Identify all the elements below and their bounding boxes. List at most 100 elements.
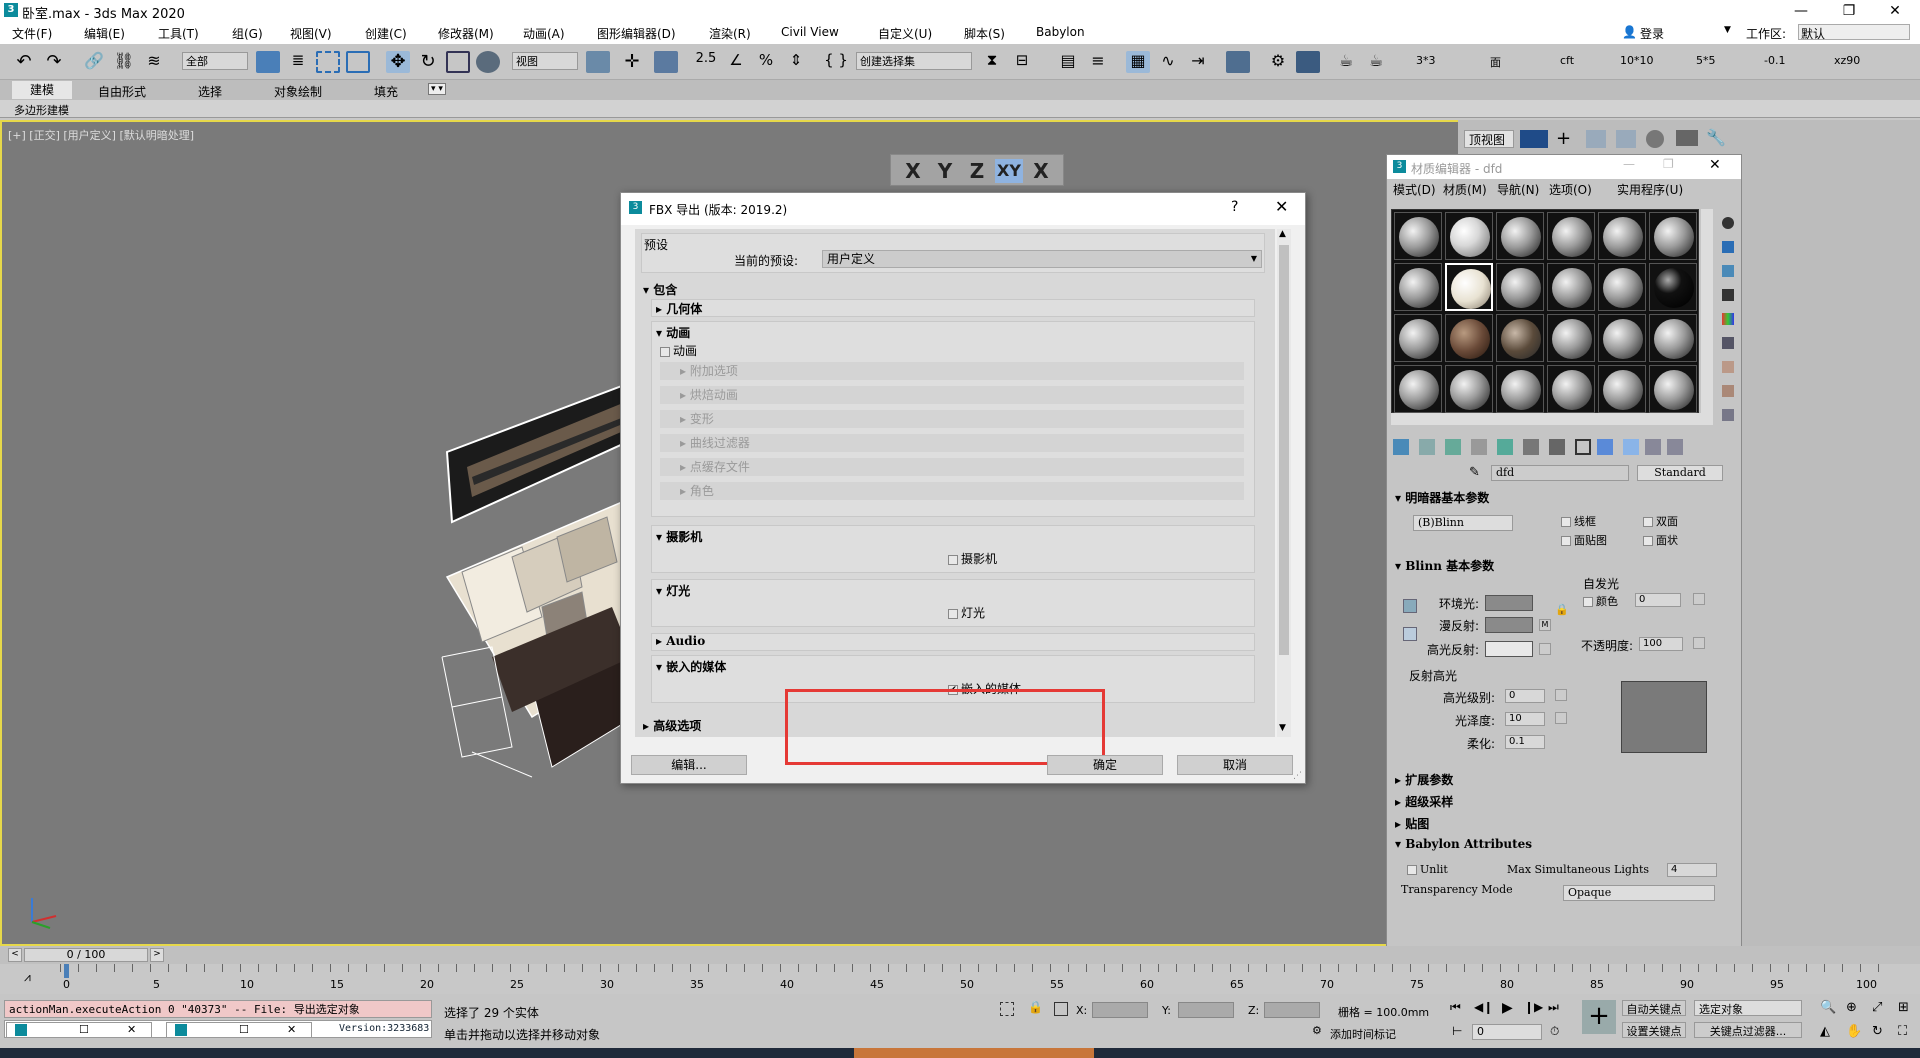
menu-scripting[interactable]: 脚本(S) xyxy=(964,25,1005,42)
mat-hscroll[interactable] xyxy=(1391,413,1713,425)
sample-slot[interactable] xyxy=(1598,365,1646,413)
camera-checkbox[interactable]: 摄影机 xyxy=(948,550,997,567)
login-dropdown[interactable]: 登录 xyxy=(1640,25,1664,42)
time-slider[interactable]: 0 / 100 xyxy=(24,948,148,962)
options-icon[interactable] xyxy=(1722,361,1734,373)
sample-slot[interactable] xyxy=(1598,263,1646,311)
camera-header[interactable]: ▾ 摄影机 xyxy=(656,528,702,545)
selected-object-select[interactable]: 选定对象 xyxy=(1694,1000,1802,1016)
ribbon-options-icon[interactable]: ▾ ▾ xyxy=(428,83,446,95)
macro-3x3[interactable]: 3*3 xyxy=(1416,54,1436,67)
selection-lock-icon[interactable]: 🔒 xyxy=(1028,1000,1043,1014)
rect-select-icon[interactable] xyxy=(316,51,340,73)
window-crossing-icon[interactable] xyxy=(346,51,370,73)
sample-slot[interactable] xyxy=(1445,365,1493,413)
tab-freeform[interactable]: 自由形式 xyxy=(98,83,146,100)
macro-10x10[interactable]: 10*10 xyxy=(1620,54,1654,67)
render-production-icon[interactable]: ☕ xyxy=(1334,51,1358,73)
dialog-scrollbar[interactable]: ▲ ▼ xyxy=(1277,229,1291,737)
mat-menu-navigation[interactable]: 导航(N) xyxy=(1497,181,1539,198)
sample-slot[interactable] xyxy=(1547,365,1595,413)
user-icon[interactable]: 👤 xyxy=(1622,25,1637,39)
go-to-end-icon[interactable]: ⏭ xyxy=(1548,1000,1559,1015)
lock-icon[interactable]: 🔒 xyxy=(1555,603,1569,616)
menu-animation[interactable]: 动画(A) xyxy=(523,25,565,42)
show-end-result-icon[interactable] xyxy=(1597,439,1613,455)
track-bar[interactable]: ⩘ 0 5 10 15 20 25 30 35 40 45 50 55 60 6… xyxy=(0,964,1920,994)
absolute-mode-icon[interactable] xyxy=(1054,1002,1068,1016)
percent-snap-icon[interactable]: % xyxy=(754,51,778,73)
snap-toggle-icon[interactable]: 2.5 xyxy=(694,51,718,73)
edit-button[interactable]: 编辑... xyxy=(631,755,747,775)
rendered-frame-icon[interactable] xyxy=(1296,51,1320,73)
time-cursor[interactable] xyxy=(64,964,69,978)
schematic-icon[interactable] xyxy=(1226,51,1250,73)
resize-grip-icon[interactable]: ⋰ xyxy=(1293,771,1302,781)
dialog-help-button[interactable]: ? xyxy=(1231,199,1238,215)
undo-icon[interactable]: ↶ xyxy=(12,51,36,73)
lights-checkbox[interactable]: 灯光 xyxy=(948,604,985,621)
time-next-button[interactable]: > xyxy=(150,948,164,962)
taskbar-thumb-1[interactable]: ☐ ✕ xyxy=(6,1022,152,1038)
sample-slot[interactable] xyxy=(1649,365,1697,413)
polygon-modeling-label[interactable]: 多边形建模 xyxy=(14,102,69,118)
include-section[interactable]: ▾ 包含 xyxy=(643,281,677,298)
modify-tab-icon[interactable] xyxy=(1586,130,1606,148)
background-icon[interactable] xyxy=(1722,265,1734,277)
make-unique-icon[interactable] xyxy=(1497,439,1513,455)
video-color-icon[interactable] xyxy=(1722,313,1734,325)
mat-minimize-button[interactable]: — xyxy=(1623,157,1635,171)
tab-modeling[interactable]: 建模 xyxy=(12,81,72,99)
x-field[interactable] xyxy=(1092,1002,1148,1018)
ok-button[interactable]: 确定 xyxy=(1047,755,1163,775)
eyedropper-icon[interactable]: ✎ xyxy=(1469,465,1480,480)
self-illum-color-checkbox[interactable]: 颜色 xyxy=(1583,593,1618,609)
field-of-view-icon[interactable]: ◭ xyxy=(1820,1024,1830,1039)
unlit-checkbox[interactable]: Unlit xyxy=(1407,863,1448,876)
thumb-restore-icon[interactable]: ☐ xyxy=(239,1023,249,1036)
make-preview-icon[interactable] xyxy=(1722,337,1734,349)
render-activeshade-icon[interactable]: ☕ xyxy=(1364,51,1388,73)
angle-snap-icon[interactable]: ∠ xyxy=(724,51,748,73)
pivot-icon[interactable] xyxy=(586,51,610,73)
gloss-spinner[interactable]: 10 xyxy=(1505,712,1545,726)
macro-cft[interactable]: cft xyxy=(1560,54,1574,67)
y-field[interactable] xyxy=(1178,1002,1234,1018)
current-frame-field[interactable]: 0 xyxy=(1472,1024,1542,1040)
taskbar-active-item[interactable] xyxy=(854,1048,1094,1058)
show-shaded-icon[interactable] xyxy=(1575,439,1591,455)
specular-swatch[interactable] xyxy=(1485,641,1533,657)
track-bar-icon[interactable]: ⩘ xyxy=(24,970,31,985)
prev-frame-icon[interactable]: ◀❙ xyxy=(1474,1000,1493,1014)
shader-select[interactable]: (B)Blinn xyxy=(1413,515,1513,531)
time-tag-icon[interactable]: ⚙ xyxy=(1312,1024,1322,1037)
advanced-options-section[interactable]: ▸ 高级选项 xyxy=(643,717,701,734)
sample-slot[interactable] xyxy=(1598,212,1646,260)
scroll-down-icon[interactable]: ▼ xyxy=(1279,723,1286,733)
sample-slot[interactable] xyxy=(1547,314,1595,362)
selection-filter[interactable]: 全部 xyxy=(182,52,248,70)
select-by-name-icon[interactable]: ≣ xyxy=(286,51,310,73)
sample-slot[interactable] xyxy=(1445,314,1493,362)
place-icon[interactable] xyxy=(476,51,500,73)
sample-slot[interactable] xyxy=(1394,314,1442,362)
select-object-icon[interactable] xyxy=(256,51,280,73)
diffuse-swatch[interactable] xyxy=(1485,617,1533,633)
sample-slot[interactable] xyxy=(1496,365,1544,413)
slots-scrollbar[interactable] xyxy=(1701,209,1713,413)
set-key-big-icon[interactable]: + xyxy=(1582,1000,1616,1034)
zoom-extents-all-icon[interactable]: ⊞ xyxy=(1898,1000,1909,1015)
go-forward-sibling-icon[interactable] xyxy=(1645,439,1661,455)
edit-named-sets-icon[interactable]: { } xyxy=(824,51,848,73)
key-filters-button[interactable]: 关键点过滤器... xyxy=(1694,1022,1802,1038)
lock-ambient-icon[interactable] xyxy=(1403,599,1417,613)
uv-tiling-icon[interactable] xyxy=(1722,289,1734,301)
menu-customize[interactable]: 自定义(U) xyxy=(878,25,932,42)
layer-explorer-icon[interactable]: ≡ xyxy=(1086,51,1110,73)
maximize-button[interactable]: ❐ xyxy=(1826,0,1872,22)
sample-slot[interactable] xyxy=(1394,263,1442,311)
hierarchy-tab-icon[interactable] xyxy=(1616,130,1636,148)
play-icon[interactable]: ▶ xyxy=(1502,1000,1513,1016)
material-type-button[interactable]: Standard xyxy=(1637,465,1723,481)
named-selection-set[interactable]: 创建选择集 xyxy=(856,52,972,70)
